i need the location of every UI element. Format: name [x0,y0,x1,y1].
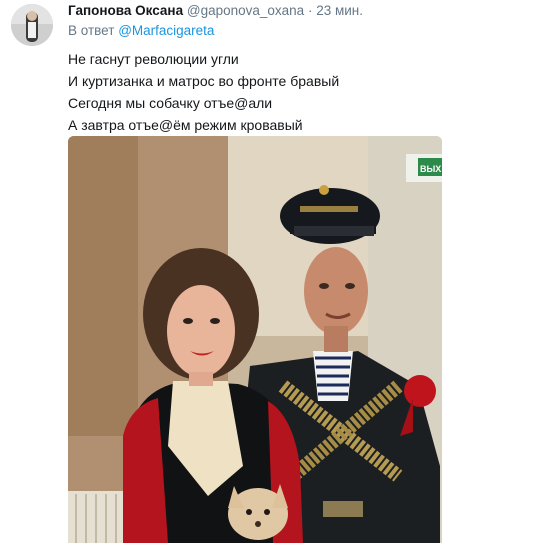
tweet-text: Не гаснут революции угли И куртизанка и … [68,48,339,136]
avatar[interactable] [11,4,53,46]
avatar-photo [11,4,53,46]
tweet-line: А завтра отъе@ём режим кровавый [68,117,303,133]
author-name[interactable]: Гапонова Оксана [68,3,183,18]
exit-sign-text: ВЫХ [420,164,441,174]
tweet: Гапонова Оксана @gaponova_oxana · 23 мин… [0,0,550,543]
reply-prefix: В ответ [68,23,115,38]
timestamp[interactable]: 23 мин. [316,3,363,18]
tweet-photo[interactable]: ВЫХ [68,136,442,543]
reply-context: В ответ @Marfacigareta [68,23,214,38]
author-handle[interactable]: @gaponova_oxana [187,3,304,18]
reply-handle-link[interactable]: @Marfacigareta [118,23,214,38]
photo-illustration: ВЫХ [68,136,442,543]
tweet-line: Сегодня мы собачку отъе@али [68,95,273,111]
tweet-header: Гапонова Оксана @gaponova_oxana · 23 мин… [68,3,363,18]
tweet-line: Не гаснут революции угли [68,51,239,67]
separator: · [307,3,313,18]
tweet-line: И куртизанка и матрос во фронте бравый [68,73,340,89]
